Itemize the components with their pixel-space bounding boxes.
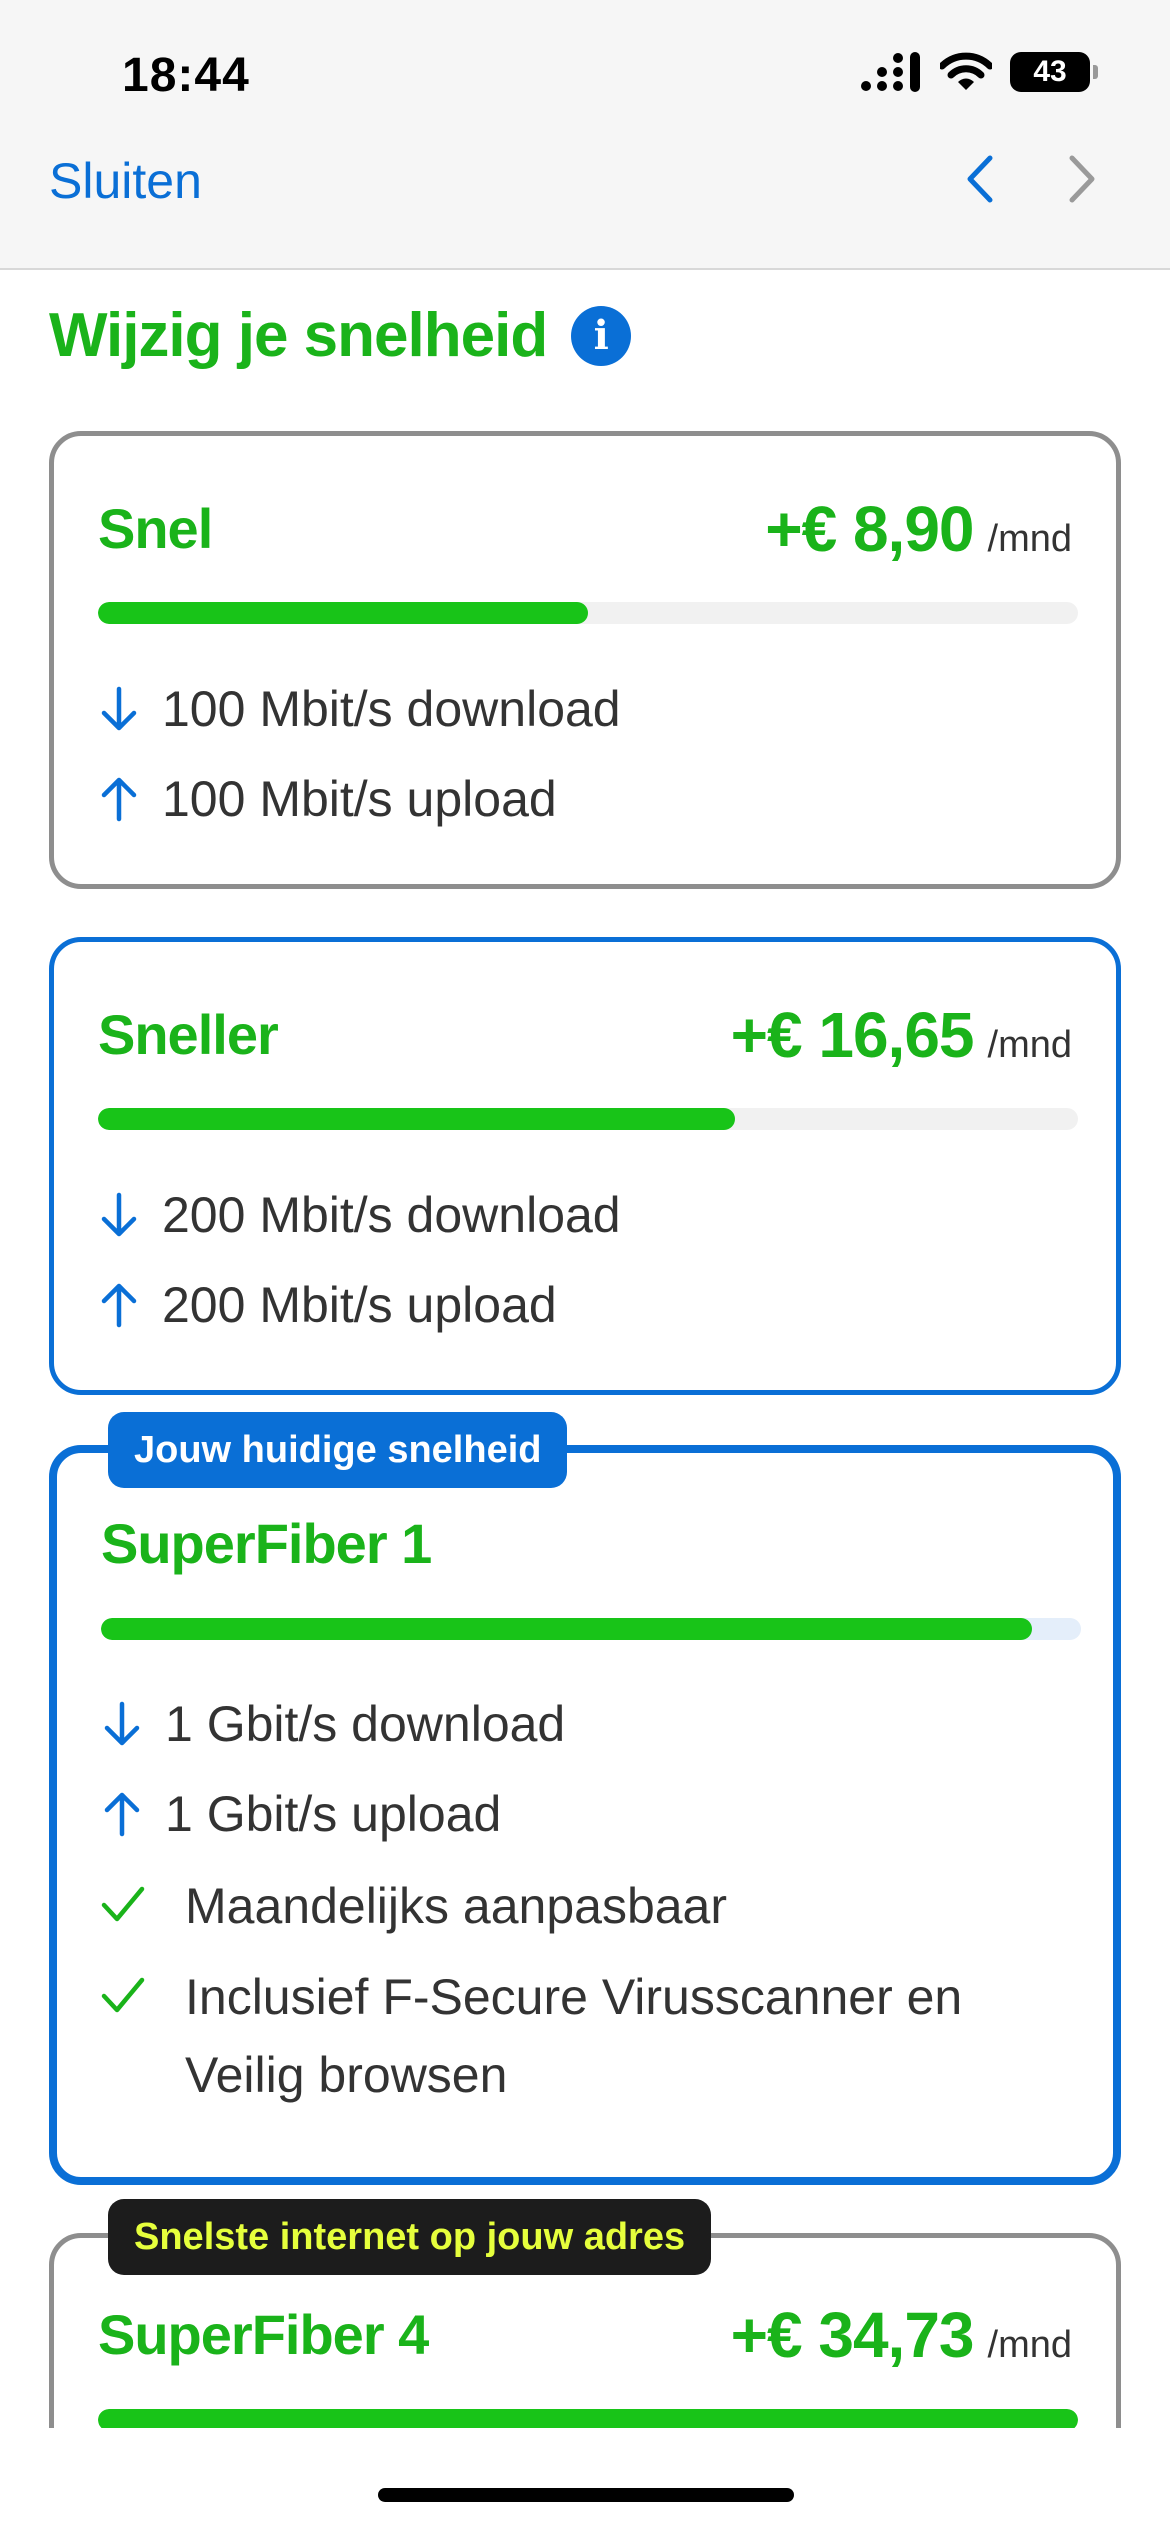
upload-spec: 100 Mbit/s upload (98, 770, 557, 828)
speed-bar (98, 602, 1078, 624)
plan-card-superfiber-1[interactable]: SuperFiber 1 1 Gbit/s download 1 Gbit/s … (49, 1445, 1121, 2185)
info-icon[interactable]: i (571, 305, 632, 366)
plan-price: +€ 34,73 /mnd (731, 2298, 1072, 2372)
arrow-up-icon (101, 1283, 137, 1328)
arrow-down-icon (104, 1701, 140, 1746)
arrow-down-icon (101, 1192, 137, 1237)
forward-button[interactable] (1056, 150, 1110, 208)
speed-bar-fill (101, 1618, 1032, 1640)
plan-name: Sneller (98, 1003, 279, 1066)
cellular-signal-icon (861, 52, 920, 92)
arrow-up-icon (101, 777, 137, 822)
upload-label: 200 Mbit/s upload (162, 1277, 557, 1333)
speed-bar-fill (98, 602, 588, 624)
speed-bar-fill (98, 1108, 735, 1130)
nav-bar: Sluiten (0, 130, 1170, 270)
plan-name: SuperFiber 4 (98, 2303, 429, 2366)
upload-label: 1 Gbit/s upload (165, 1786, 502, 1842)
fastest-internet-badge: Snelste internet op jouw adres (108, 2199, 712, 2275)
page-title: Wijzig je snelheid (49, 301, 548, 370)
download-spec: 100 Mbit/s download (98, 680, 621, 738)
speed-bar (101, 1618, 1081, 1640)
upload-label: 100 Mbit/s upload (162, 771, 557, 827)
plan-card-snel[interactable]: Snel +€ 8,90 /mnd 100 Mbit/s download 10… (49, 431, 1121, 889)
feature-label: Inclusief F-Secure Virusscanner en Veili… (185, 1969, 963, 2103)
battery-level: 43 (1033, 55, 1067, 88)
nav-arrows (952, 150, 1110, 208)
checkmark-icon (101, 1886, 145, 1922)
upload-spec: 1 Gbit/s upload (101, 1785, 501, 1843)
price-amount: +€ 34,73 (730, 2299, 975, 2371)
plan-name: Snel (98, 497, 213, 560)
checkmark-icon (101, 1977, 145, 2013)
download-label: 200 Mbit/s download (162, 1187, 621, 1243)
wifi-icon (940, 52, 992, 90)
price-amount: +€ 16,65 (730, 999, 975, 1071)
bottom-area (0, 2428, 1170, 2532)
download-label: 1 Gbit/s download (165, 1696, 566, 1752)
plan-card-sneller[interactable]: Sneller +€ 16,65 /mnd 200 Mbit/s downloa… (49, 937, 1121, 1395)
price-amount: +€ 8,90 (765, 493, 974, 565)
plan-price: +€ 16,65 /mnd (731, 998, 1072, 1072)
plan-price: +€ 8,90 /mnd (765, 492, 1072, 566)
price-unit: /mnd (987, 1024, 1072, 1066)
page-title-row: Wijzig je snelheid i (49, 300, 632, 371)
price-unit: /mnd (987, 2324, 1072, 2366)
close-button[interactable]: Sluiten (49, 152, 202, 210)
back-button[interactable] (952, 150, 1006, 208)
arrow-down-icon (101, 686, 137, 731)
chevron-right-icon (1069, 155, 1095, 203)
speed-bar (98, 1108, 1078, 1130)
arrow-up-icon (104, 1792, 140, 1837)
download-label: 100 Mbit/s download (162, 681, 621, 737)
price-unit: /mnd (987, 518, 1072, 560)
plan-name: SuperFiber 1 (101, 1512, 432, 1575)
upload-spec: 200 Mbit/s upload (98, 1276, 557, 1334)
battery-icon: 43 (1010, 52, 1098, 92)
feature-label: Maandelijks aanpasbaar (185, 1878, 728, 1934)
status-time: 18:44 (122, 49, 250, 102)
feature-item: Inclusief F-Secure Virusscanner en Veili… (101, 1958, 1061, 2114)
status-icons: 43 (860, 52, 1098, 92)
download-spec: 1 Gbit/s download (101, 1695, 565, 1753)
feature-item: Maandelijks aanpasbaar (101, 1867, 727, 1945)
chevron-left-icon (967, 155, 993, 203)
home-indicator[interactable] (378, 2488, 794, 2502)
current-speed-badge: Jouw huidige snelheid (108, 1412, 568, 1488)
status-bar: 18:44 43 (0, 0, 1170, 130)
download-spec: 200 Mbit/s download (98, 1186, 621, 1244)
